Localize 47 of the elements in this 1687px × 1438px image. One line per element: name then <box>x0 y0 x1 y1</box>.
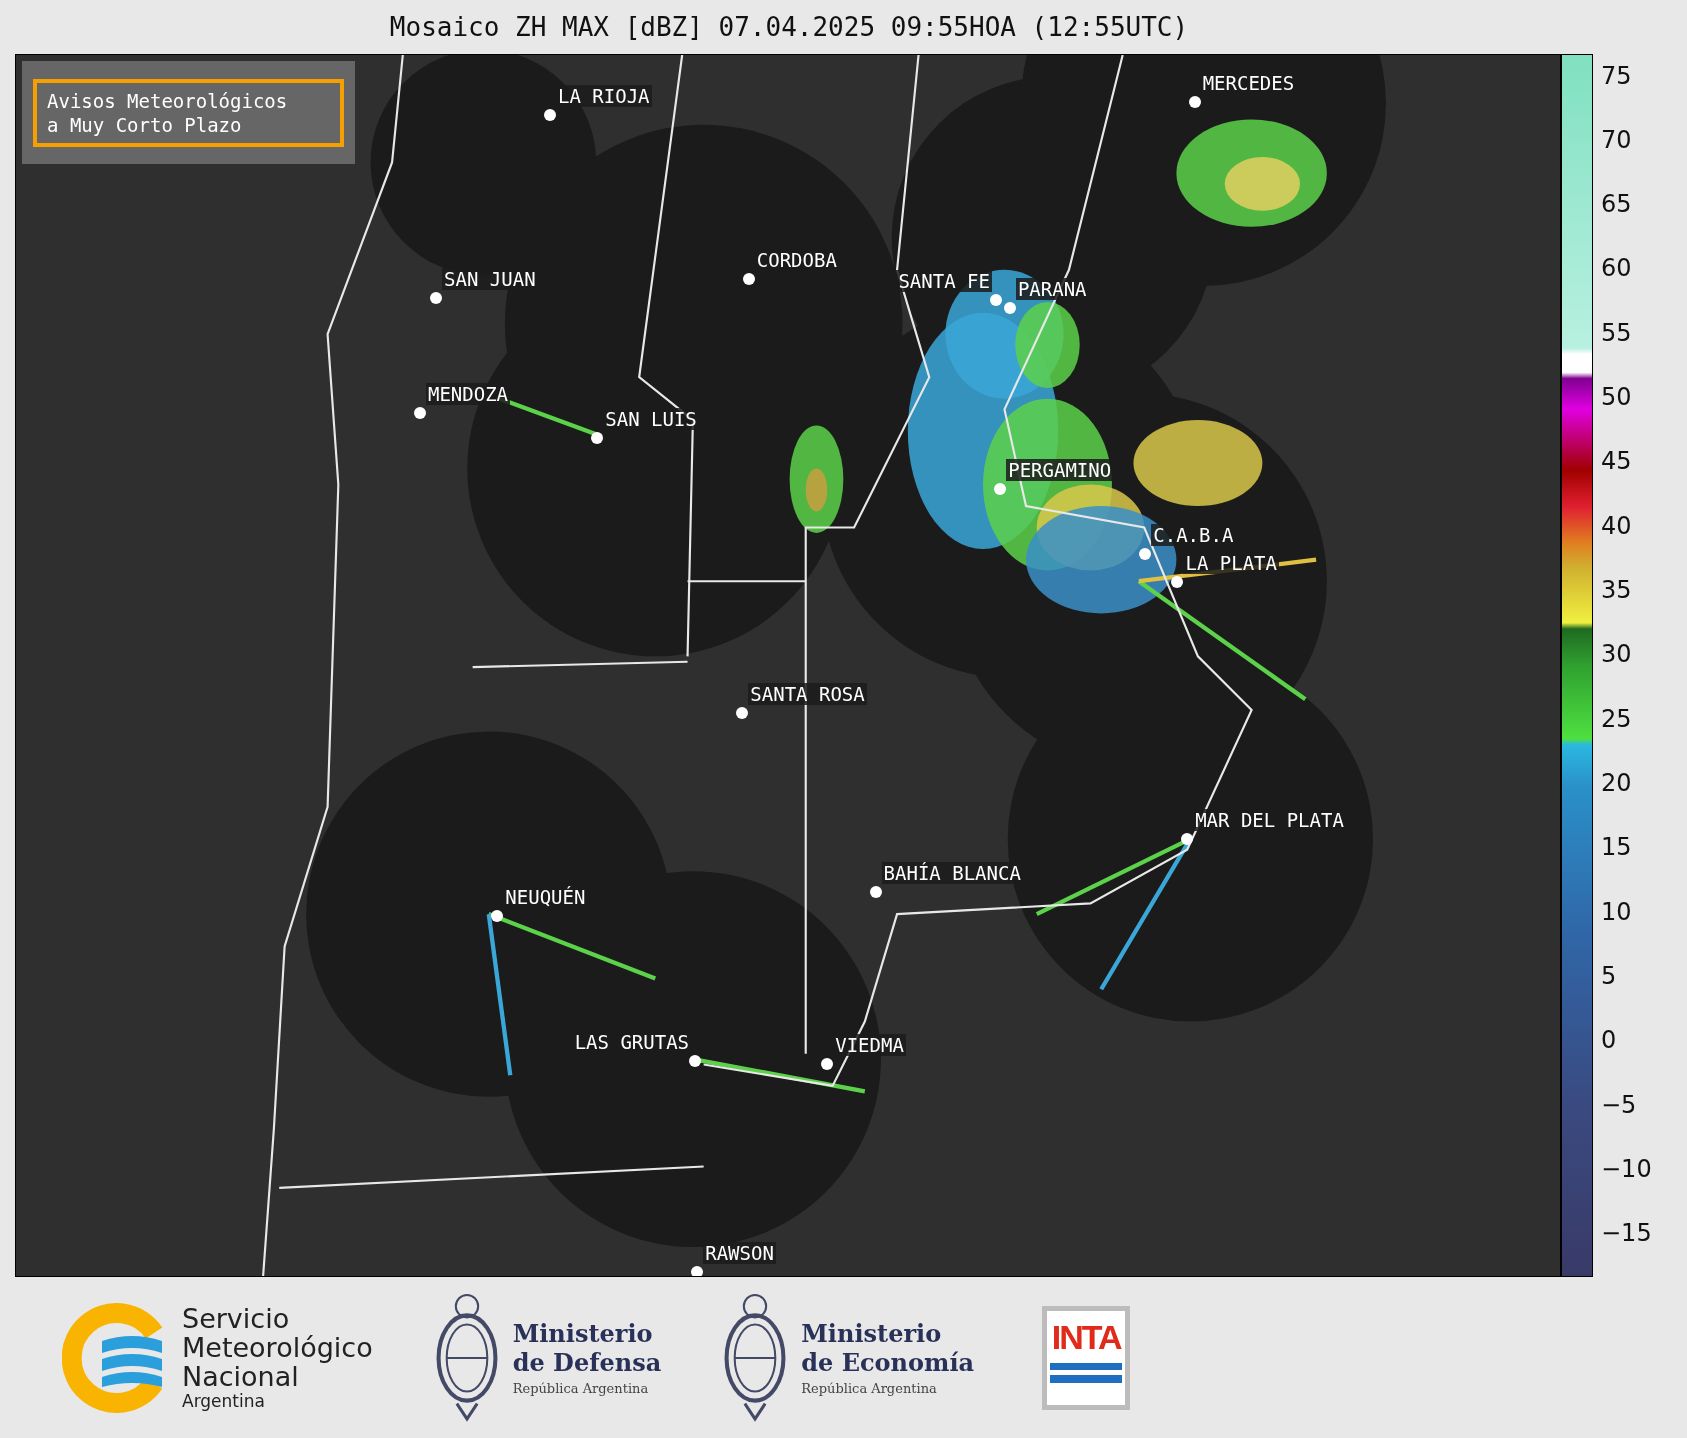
colorbar-tick-label: −15 <box>1601 1219 1652 1248</box>
organization-name: Ministerio de Economía <box>801 1319 975 1377</box>
city-label: MAR DEL PLATA <box>1193 808 1346 831</box>
colorbar-tick-label: 25 <box>1601 704 1632 733</box>
city-label: BAHÍA BLANCA <box>881 861 1023 884</box>
city-label: PARANA <box>1015 278 1089 301</box>
city-dot <box>414 406 426 419</box>
colorbar-tick-label: 0 <box>1601 1026 1617 1055</box>
colorbar-tick-label: 50 <box>1601 383 1632 412</box>
organization-country: República Argentina <box>801 1381 938 1396</box>
colorbar-tick-label: −5 <box>1601 1090 1637 1119</box>
organization-name: Ministerio de Defensa <box>512 1319 662 1377</box>
colorbar-tick-label: 35 <box>1601 576 1632 605</box>
colorbar-tick-label: 55 <box>1601 318 1632 347</box>
stripes-icon <box>1050 1362 1123 1383</box>
organization-name: Servicio Meteorológico Nacional <box>182 1304 373 1391</box>
city-label: SANTA FE <box>896 269 992 292</box>
city-dot <box>869 885 882 898</box>
city-label: RAWSON <box>703 1241 776 1264</box>
chart-title: Mosaico ZH MAX [dBZ] 07.04.2025 09:55HOA (12:55UTC) <box>388 11 1190 44</box>
city-label: C.A.B.A <box>1151 524 1236 547</box>
colorbar-tick-label: 40 <box>1601 511 1632 540</box>
colorbar-tick-label: 70 <box>1601 125 1632 154</box>
colorbar-tick-label: 30 <box>1601 640 1632 669</box>
city-dot <box>430 291 443 304</box>
city-label: NEUQUÉN <box>503 886 588 909</box>
city-dot <box>736 707 749 720</box>
inta-text: INTA <box>1051 1316 1121 1357</box>
colorbar-tick-label: 60 <box>1601 254 1632 283</box>
organization-country: República Argentina <box>512 1381 650 1396</box>
city-label: SAN JUAN <box>442 267 538 290</box>
colorbar-tick-label: −10 <box>1601 1155 1652 1183</box>
colorbar-tick-label: 65 <box>1601 190 1632 219</box>
city-label: MENDOZA <box>426 382 511 405</box>
colorbar-tick-label: 10 <box>1601 897 1632 926</box>
city-label: VIEDMA <box>833 1034 906 1057</box>
colorbar-tick-label: 20 <box>1601 769 1632 798</box>
colorbar-tick-label: 5 <box>1601 962 1617 991</box>
alert-label: Avisos Meteorológicos a Muy Corto Plazo <box>33 78 344 147</box>
city-label: PERGAMINO <box>1006 458 1114 481</box>
city-label: SANTA ROSA <box>748 683 867 706</box>
city-dot <box>691 1265 704 1276</box>
city-label: SAN LUIS <box>603 408 699 431</box>
colorbar-tick-label: 15 <box>1601 833 1632 862</box>
colorbar-tick-label: 75 <box>1601 61 1632 90</box>
colorbar-tick-label: 45 <box>1601 447 1632 476</box>
organization-country: Argentina <box>182 1391 266 1411</box>
